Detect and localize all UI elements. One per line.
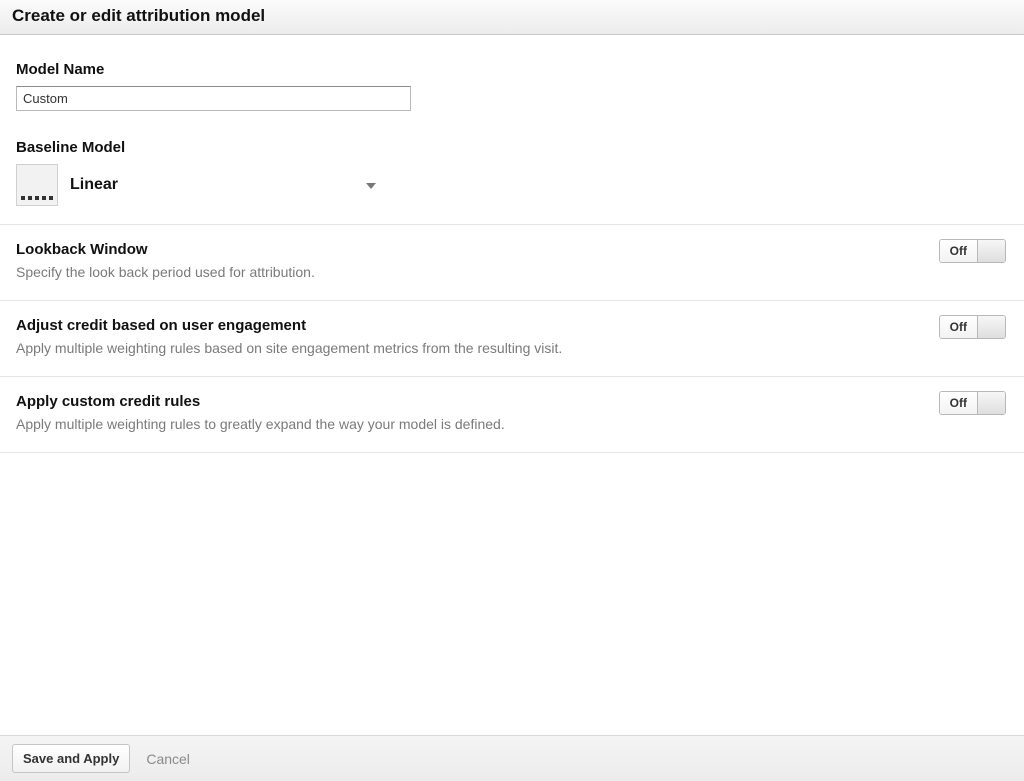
footer-bar: Save and Apply Cancel: [0, 735, 1024, 781]
toggle-knob: [977, 392, 1005, 414]
linear-model-icon: [16, 164, 58, 206]
option-lookback-window: Lookback Window Specify the look back pe…: [0, 224, 1024, 301]
content-area: Model Name Baseline Model Linear Lookbac…: [0, 35, 1024, 453]
save-and-apply-button[interactable]: Save and Apply: [12, 744, 130, 773]
option-title: Adjust credit based on user engagement: [16, 317, 1008, 334]
model-name-section: Model Name Baseline Model Linear: [0, 35, 1024, 224]
adjust-credit-toggle[interactable]: Off: [939, 315, 1006, 339]
page-title: Create or edit attribution model: [12, 6, 1012, 26]
option-desc: Apply multiple weighting rules to greatl…: [16, 416, 1008, 432]
lookback-window-toggle[interactable]: Off: [939, 239, 1006, 263]
custom-credit-toggle[interactable]: Off: [939, 391, 1006, 415]
option-title: Lookback Window: [16, 241, 1008, 258]
model-name-label: Model Name: [16, 61, 1008, 78]
option-custom-credit-rules: Apply custom credit rules Apply multiple…: [0, 377, 1024, 453]
toggle-knob: [977, 316, 1005, 338]
option-adjust-credit-engagement: Adjust credit based on user engagement A…: [0, 301, 1024, 377]
option-desc: Apply multiple weighting rules based on …: [16, 340, 1008, 356]
option-title: Apply custom credit rules: [16, 393, 1008, 410]
model-name-input[interactable]: [16, 86, 411, 111]
baseline-model-value: Linear: [70, 176, 354, 194]
toggle-label: Off: [940, 392, 977, 414]
option-desc: Specify the look back period used for at…: [16, 264, 1008, 280]
toggle-label: Off: [940, 240, 977, 262]
baseline-model-label: Baseline Model: [16, 139, 1008, 156]
page-header: Create or edit attribution model: [0, 0, 1024, 35]
toggle-label: Off: [940, 316, 977, 338]
chevron-down-icon: [366, 183, 376, 189]
cancel-button[interactable]: Cancel: [146, 751, 190, 767]
baseline-model-select[interactable]: Linear: [16, 164, 376, 206]
toggle-knob: [977, 240, 1005, 262]
